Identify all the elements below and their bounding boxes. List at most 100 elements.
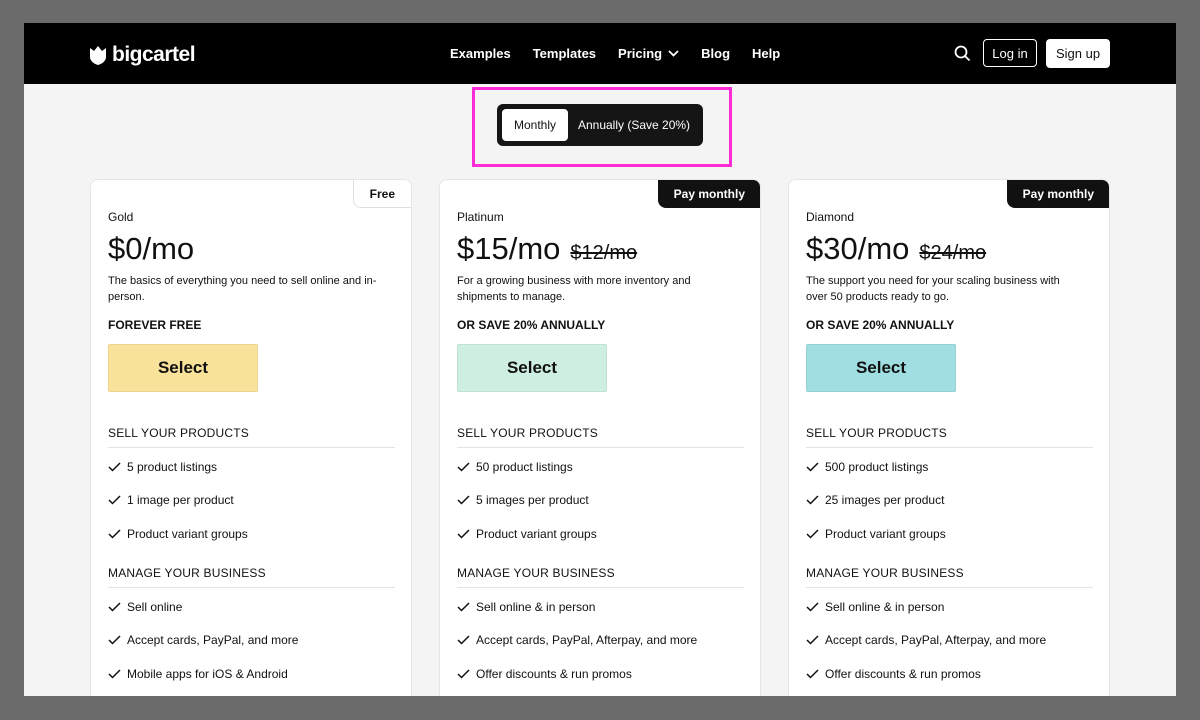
feature-item: Sell online & in person — [457, 590, 757, 624]
select-diamond-button[interactable]: Select — [806, 344, 956, 392]
feature-item: 500 product listings — [806, 450, 1106, 484]
brand-name: bigcartel — [112, 43, 196, 66]
nav-pricing[interactable]: Pricing — [618, 46, 679, 61]
price-row: $0/mo — [108, 231, 194, 267]
feature-item: Accept cards, PayPal, Afterpay, and more — [806, 624, 1106, 658]
section-title: MANAGE YOUR BUSINESS — [806, 566, 1093, 588]
plan-price: $0/mo — [108, 231, 195, 266]
select-platinum-button[interactable]: Select — [457, 344, 607, 392]
check-icon — [806, 495, 819, 505]
plan-card-platinum: Pay monthly Platinum $15/mo $12/mo For a… — [439, 179, 761, 696]
check-icon — [457, 529, 470, 539]
feature-label: 5 images per product — [476, 493, 589, 508]
plan-old-price: $24/mo — [919, 242, 987, 264]
feature-label: 500 product listings — [825, 459, 929, 474]
check-icon — [108, 669, 121, 679]
nav-label: Help — [752, 46, 781, 61]
nav-blog[interactable]: Blog — [701, 46, 730, 61]
plan-name: Platinum — [457, 210, 504, 224]
feature-item: Product variant groups — [806, 517, 1106, 551]
billing-note: FOREVER FREE — [108, 318, 202, 332]
feature-label: Sell online — [127, 599, 183, 614]
check-icon — [108, 529, 121, 539]
plan-old-price: $12/mo — [570, 242, 638, 264]
billing-note: OR SAVE 20% ANNUALLY — [457, 318, 606, 332]
feature-label: Sell online & in person — [476, 599, 596, 614]
feature-item: Product variant groups — [457, 517, 757, 551]
feature-item: Mobile apps for iOS & Android — [108, 657, 408, 691]
nav-help[interactable]: Help — [752, 46, 780, 61]
section-title: SELL YOUR PRODUCTS — [108, 426, 395, 448]
nav-label: Templates — [532, 46, 597, 61]
check-icon — [457, 462, 470, 472]
feature-label: 25 images per product — [825, 493, 945, 508]
feature-item: 50 product listings — [457, 450, 757, 484]
feature-label: Offer discounts & run promos — [825, 666, 981, 681]
plan-description: The basics of everything you need to sel… — [108, 275, 377, 303]
plan-price: $30/mo — [806, 231, 910, 266]
feature-list: Sell online & in person Accept cards, Pa… — [806, 590, 1106, 691]
feature-item: 5 images per product — [457, 484, 757, 518]
feature-item: 5 product listings — [108, 450, 408, 484]
check-icon — [806, 669, 819, 679]
plan-card-gold: Free Gold $0/mo The basics of everything… — [90, 179, 412, 696]
check-icon — [457, 495, 470, 505]
section-title: MANAGE YOUR BUSINESS — [108, 566, 395, 588]
search-icon[interactable] — [954, 45, 971, 62]
plan-badge: Pay monthly — [657, 180, 760, 208]
check-icon — [806, 635, 819, 645]
feature-label: Product variant groups — [825, 526, 946, 541]
feature-label: Sell online & in person — [825, 599, 945, 614]
feature-item: Sell online — [108, 590, 408, 624]
feature-item: 25 images per product — [806, 484, 1106, 518]
feature-label: Accept cards, PayPal, and more — [127, 633, 299, 648]
brand-logo[interactable]: bigcartel — [90, 43, 196, 67]
feature-label: Mobile apps for iOS & Android — [127, 666, 288, 681]
plan-badge: Pay monthly — [1006, 180, 1109, 208]
nav-label: Pricing — [618, 46, 663, 61]
plan-description: The support you need for your scaling bu… — [806, 275, 1060, 303]
chevron-down-icon — [668, 50, 679, 57]
check-icon — [457, 635, 470, 645]
nav-templates[interactable]: Templates — [533, 46, 596, 61]
section-title: MANAGE YOUR BUSINESS — [457, 566, 744, 588]
feature-label: Accept cards, PayPal, Afterpay, and more — [476, 633, 698, 648]
toggle-monthly-option[interactable]: Monthly — [502, 109, 568, 141]
feature-label: Accept cards, PayPal, Afterpay, and more — [825, 633, 1047, 648]
feature-item: Sell online & in person — [806, 590, 1106, 624]
feature-list: Sell online Accept cards, PayPal, and mo… — [108, 590, 408, 691]
feature-list: 50 product listings 5 images per product… — [457, 450, 757, 551]
price-row: $15/mo $12/mo — [457, 231, 637, 267]
check-icon — [108, 602, 121, 612]
plan-description: For a growing business with more invento… — [457, 275, 691, 303]
feature-label: 50 product listings — [476, 459, 573, 474]
check-icon — [457, 669, 470, 679]
check-icon — [806, 462, 819, 472]
check-icon — [108, 635, 121, 645]
billing-note: OR SAVE 20% ANNUALLY — [806, 318, 955, 332]
feature-item: 1 image per product — [108, 484, 408, 518]
feature-label: Offer discounts & run promos — [476, 666, 632, 681]
plan-name: Gold — [108, 210, 134, 224]
toggle-annual-option[interactable]: Annually (Save 20%) — [571, 109, 697, 141]
nav-label: Examples — [450, 46, 511, 61]
plan-badge: Free — [352, 180, 411, 208]
check-icon — [806, 602, 819, 612]
nav-examples[interactable]: Examples — [450, 46, 511, 61]
feature-label: Product variant groups — [127, 526, 248, 541]
plan-card-diamond: Pay monthly Diamond $30/mo $24/mo The su… — [788, 179, 1110, 696]
plan-name: Diamond — [806, 210, 855, 224]
plan-price: $15/mo — [457, 231, 561, 266]
feature-item: Accept cards, PayPal, Afterpay, and more — [457, 624, 757, 658]
section-title: SELL YOUR PRODUCTS — [806, 426, 1093, 448]
feature-label: Product variant groups — [476, 526, 597, 541]
select-gold-button[interactable]: Select — [108, 344, 258, 392]
signup-button[interactable]: Sign up — [1046, 39, 1110, 68]
nav-label: Blog — [701, 46, 731, 61]
site-header: bigcartel Examples Templates Pricing Blo… — [24, 23, 1176, 84]
section-title: SELL YOUR PRODUCTS — [457, 426, 744, 448]
billing-toggle: Monthly Annually (Save 20%) — [497, 104, 703, 146]
login-button[interactable]: Log in — [983, 39, 1037, 67]
check-icon — [108, 495, 121, 505]
feature-label: 1 image per product — [127, 493, 234, 508]
